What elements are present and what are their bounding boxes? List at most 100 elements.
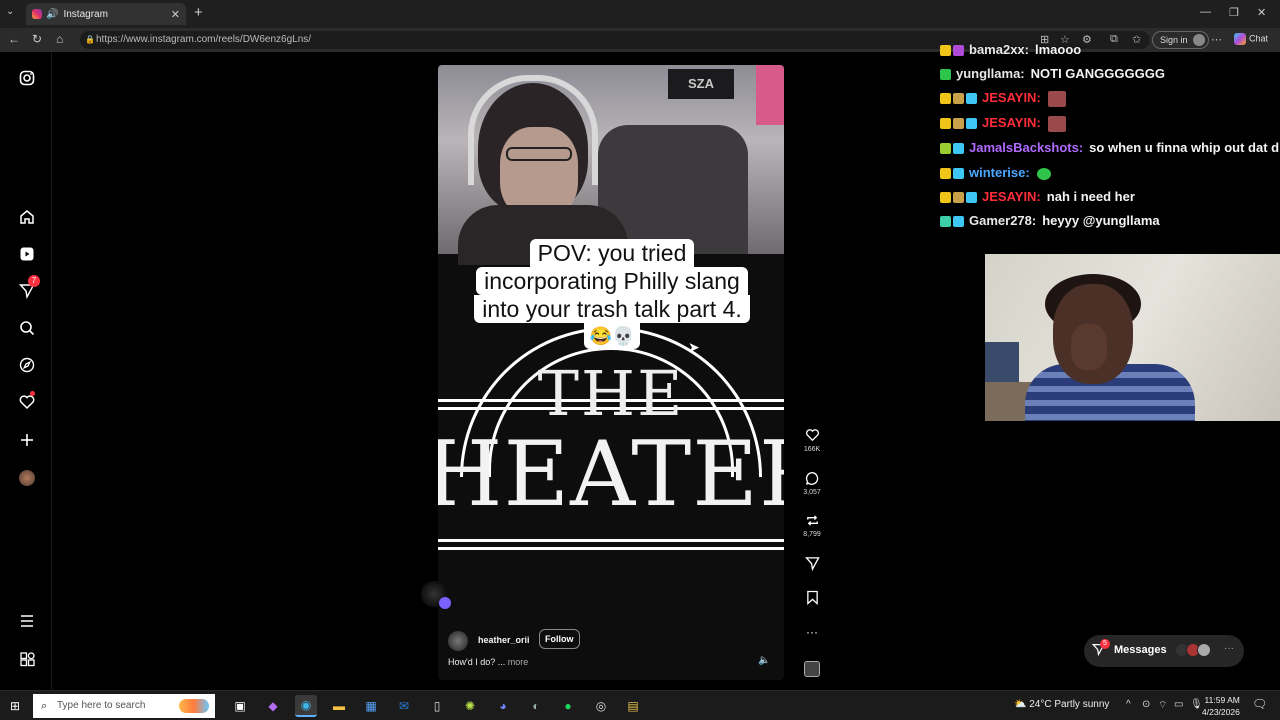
tray-app-icon[interactable]: ⊙ — [1142, 699, 1150, 710]
chat-message-text: NOTI GANGGGGGGG — [1030, 66, 1165, 81]
window-close-icon[interactable]: ✕ — [1257, 6, 1266, 19]
share-icon[interactable] — [796, 556, 828, 574]
reel-description[interactable]: How'd I do? ... more — [448, 657, 528, 667]
discord-icon[interactable]: ◕ — [492, 695, 514, 717]
sign-band-bottom — [438, 539, 784, 542]
chat-badges — [940, 115, 979, 130]
messages-popover-button[interactable]: 5 Messages ··· — [1084, 635, 1244, 667]
notepad-icon[interactable]: ▯ — [426, 695, 448, 717]
profile-avatar-icon — [1192, 34, 1205, 46]
weather-widget[interactable]: ⛅ 24°C Partly sunny — [1014, 699, 1109, 710]
like-count: 166K — [803, 446, 821, 453]
also-from-meta-icon[interactable] — [17, 649, 37, 669]
headset — [468, 75, 598, 185]
chat-message: yungllama: NOTI GANGGGGGGG — [940, 66, 1165, 84]
chat-badge-icon — [940, 118, 951, 130]
back-icon[interactable]: ← — [8, 32, 20, 46]
notification-center-icon[interactable]: 🗨 — [1252, 697, 1267, 711]
browser-tab-instagram[interactable]: 🔊 Instagram ✕ — [26, 3, 186, 25]
favorites-icon[interactable]: ✩ — [1132, 33, 1141, 46]
app-icon-2[interactable]: ◎ — [590, 695, 612, 717]
minimize-icon[interactable]: — — [1200, 6, 1211, 18]
repost-action[interactable]: 8,799 — [796, 513, 828, 538]
outlook-icon[interactable]: ✉ — [393, 695, 415, 717]
comment-action[interactable]: 3,057 — [796, 471, 828, 496]
obs-icon[interactable]: ✺ — [459, 695, 481, 717]
create-icon[interactable] — [17, 430, 37, 450]
tray-overflow-icon[interactable]: ^ — [1126, 699, 1131, 710]
spotify-icon[interactable]: ● — [557, 695, 579, 717]
tab-list-icon[interactable]: ⌄ — [6, 6, 14, 17]
url-text: https://www.instagram.com/reels/DW6enz6g… — [96, 34, 312, 45]
profile-icon[interactable] — [17, 468, 37, 488]
chat-badge-icon — [940, 69, 951, 81]
app-icon-3[interactable]: ▤ — [622, 695, 644, 717]
reels-icon[interactable] — [17, 244, 37, 264]
app-icon[interactable]: ◐ — [525, 695, 547, 717]
sign-in-button[interactable]: Sign in — [1152, 31, 1209, 49]
follow-button[interactable]: Follow — [539, 629, 580, 649]
save-action[interactable] — [796, 590, 828, 608]
network-icon[interactable]: ⌔ — [1158, 699, 1167, 712]
caption-emoji: 😂💀 — [583, 323, 641, 349]
messages-icon[interactable]: 7 — [17, 275, 40, 301]
more-link[interactable]: more — [508, 657, 529, 667]
extensions-icon[interactable]: ⚙ — [1082, 33, 1092, 46]
chat-badge-icon — [940, 192, 951, 204]
chat-username: yungllama: — [956, 66, 1025, 81]
edge-taskbar-icon[interactable]: ◉ — [295, 695, 317, 717]
windows-taskbar: ⊞ ⌕ Type here to search ▣ ◆ ◉ ▬ ▦ ✉ ▯ ✺ … — [0, 690, 1280, 720]
volume-icon[interactable]: 🔈 — [758, 655, 770, 666]
new-tab-icon[interactable]: + — [194, 4, 203, 21]
original-audio-thumbnail[interactable] — [804, 661, 820, 677]
like-action[interactable]: 166K — [796, 428, 828, 453]
store-icon[interactable]: ▦ — [360, 695, 382, 717]
start-icon[interactable]: ⊞ — [10, 699, 20, 713]
creator-avatar[interactable] — [448, 631, 468, 651]
home-browser-icon[interactable]: ⌂ — [56, 32, 63, 46]
browser-menu-icon[interactable]: ⋯ — [1211, 33, 1222, 46]
copilot-taskbar-icon[interactable]: ◆ — [262, 695, 284, 717]
chat-label: Chat — [1249, 33, 1269, 44]
search-icon[interactable] — [17, 318, 37, 338]
chat-message: Gamer278: heyyy @yungllama — [940, 213, 1160, 231]
more-options-action[interactable]: ··· — [796, 625, 828, 643]
tab-audio-icon[interactable]: 🔊 — [46, 9, 58, 20]
battery-icon[interactable]: ▭ — [1174, 699, 1183, 710]
suggested-account-avatar[interactable] — [421, 581, 451, 609]
reel-video[interactable]: SZA THE HEATER POV: you tried incorporat… — [438, 65, 784, 680]
notifications-heart-icon[interactable] — [17, 391, 37, 412]
chat-message: bama2xx: lmaooo — [940, 42, 1081, 60]
pink-decor — [756, 65, 784, 125]
messages-badge: 7 — [28, 275, 40, 287]
browser-tab-strip: ⌄ 🔊 Instagram ✕ + — ❐ ✕ — [0, 0, 1280, 28]
profile-avatar — [19, 470, 35, 486]
taskbar-search[interactable]: ⌕ Type here to search — [33, 694, 215, 718]
sign-word-heater: HEATER — [438, 422, 784, 527]
restore-icon[interactable]: ❐ — [1229, 6, 1239, 19]
more-dots-icon[interactable]: ··· — [796, 625, 828, 643]
site-info-icon[interactable]: 🔒 — [85, 31, 95, 49]
repost-icon[interactable] — [796, 513, 828, 531]
home-icon[interactable] — [17, 207, 37, 227]
reel-caption-overlay: POV: you tried incorporating Philly slan… — [461, 239, 763, 349]
messages-more-icon: ··· — [1224, 643, 1234, 654]
like-heart-icon[interactable] — [796, 428, 828, 446]
creator-username[interactable]: heather_orii — [478, 635, 530, 645]
file-explorer-icon[interactable]: ▬ — [328, 695, 350, 717]
system-clock[interactable]: 11:59 AM 4/23/2026 — [1202, 694, 1240, 718]
split-screen-icon[interactable]: ⧉ — [1110, 33, 1118, 46]
chat-username: Gamer278: — [969, 213, 1037, 228]
task-view-icon[interactable]: ▣ — [229, 695, 251, 717]
instagram-logo-icon[interactable] — [17, 68, 37, 88]
tab-close-icon[interactable]: ✕ — [171, 8, 180, 21]
bookmark-icon[interactable] — [796, 590, 828, 608]
comment-icon[interactable] — [796, 471, 828, 489]
explore-icon[interactable] — [17, 355, 37, 375]
refresh-icon[interactable]: ↻ — [32, 32, 42, 46]
more-menu-icon[interactable] — [17, 611, 37, 631]
chat-badge-icon — [966, 118, 977, 130]
share-action[interactable] — [796, 556, 828, 574]
copilot-chat-button[interactable]: Chat — [1234, 33, 1268, 45]
microphone-icon[interactable]: 🎙 — [1190, 699, 1203, 710]
